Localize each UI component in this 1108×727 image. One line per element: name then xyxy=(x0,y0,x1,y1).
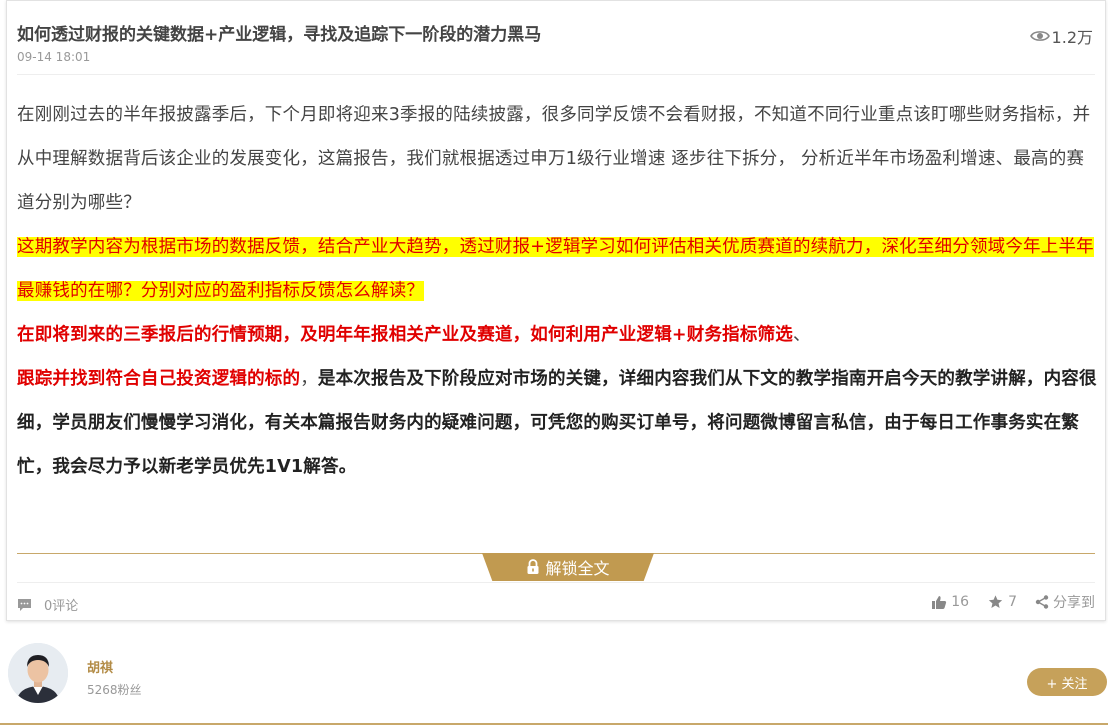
follow-button[interactable]: + 关注 xyxy=(1027,668,1107,696)
unlock-full-text-button[interactable]: 解锁全文 xyxy=(482,553,654,581)
thumbs-up-icon xyxy=(932,595,947,609)
star-icon xyxy=(988,595,1003,608)
footer-actions: 16 7 分享到 xyxy=(913,592,1095,612)
comments-link[interactable]: 0评论 xyxy=(17,595,78,614)
comment-icon xyxy=(18,598,31,611)
paragraph-intro: 在刚刚过去的半年报披露季后，下个月即将迎来3季报的陆续披露，很多同学反馈不会看财… xyxy=(17,105,1091,213)
header-divider xyxy=(17,74,1095,75)
paragraph-highlight: 这期教学内容为根据市场的数据反馈，结合产业大趋势，透过财报+逻辑学习如何评估相关… xyxy=(17,225,1099,313)
author-fans: 5268粉丝 xyxy=(87,683,142,697)
avatar-image xyxy=(8,643,68,703)
eye-icon xyxy=(1029,31,1050,41)
avatar[interactable] xyxy=(8,643,68,703)
red-emphasis-text: 在即将到来的三季报后的行情预期，及明年年报相关产业及赛道，如何利用产业逻辑+财务… xyxy=(17,325,793,345)
comment-count: 0评论 xyxy=(44,599,79,614)
favorite-button[interactable]: 7 xyxy=(987,594,1017,610)
lock-icon xyxy=(527,559,539,574)
share-button[interactable]: 分享到 xyxy=(1035,592,1095,612)
punctuation: 、 xyxy=(792,325,811,345)
paragraph-outlook: 在即将到来的三季报后的行情预期，及明年年报相关产业及赛道，如何利用产业逻辑+财务… xyxy=(17,313,1099,357)
red-emphasis-text: 跟踪并找到符合自己投资逻辑的标的 xyxy=(17,369,301,389)
like-button[interactable]: 16 xyxy=(931,594,969,610)
view-count: 1.2万 xyxy=(1029,24,1093,48)
article-title[interactable]: 如何透过财报的关键数据+产业逻辑，寻找及追踪下一阶段的潜力黑马 xyxy=(17,20,541,45)
share-label: 分享到 xyxy=(1053,595,1095,611)
article-card: 如何透过财报的关键数据+产业逻辑，寻找及追踪下一阶段的潜力黑马 09-14 18… xyxy=(6,0,1106,621)
article-date: 09-14 18:01 xyxy=(17,50,91,64)
paragraph-key: 跟踪并找到符合自己投资逻辑的标的，是本次报告及下阶段应对市场的关键，详细内容我们… xyxy=(17,357,1099,489)
unlock-label: 解锁全文 xyxy=(545,559,610,578)
view-count-value: 1.2万 xyxy=(1051,28,1093,47)
author-section: 胡祺 5268粉丝 + 关注 xyxy=(8,643,1108,727)
highlighted-text: 这期教学内容为根据市场的数据反馈，结合产业大趋势，透过财报+逻辑学习如何评估相关… xyxy=(17,237,1094,301)
footer-divider xyxy=(17,582,1095,583)
share-icon xyxy=(1035,595,1049,609)
like-count: 16 xyxy=(951,594,970,610)
author-name[interactable]: 胡祺 xyxy=(87,657,113,676)
bottom-divider xyxy=(0,723,1108,725)
punctuation: ， xyxy=(300,369,318,389)
favorite-count: 7 xyxy=(1008,594,1017,610)
article-content: 在刚刚过去的半年报披露季后，下个月即将迎来3季报的陆续披露，很多同学反馈不会看财… xyxy=(17,93,1099,489)
